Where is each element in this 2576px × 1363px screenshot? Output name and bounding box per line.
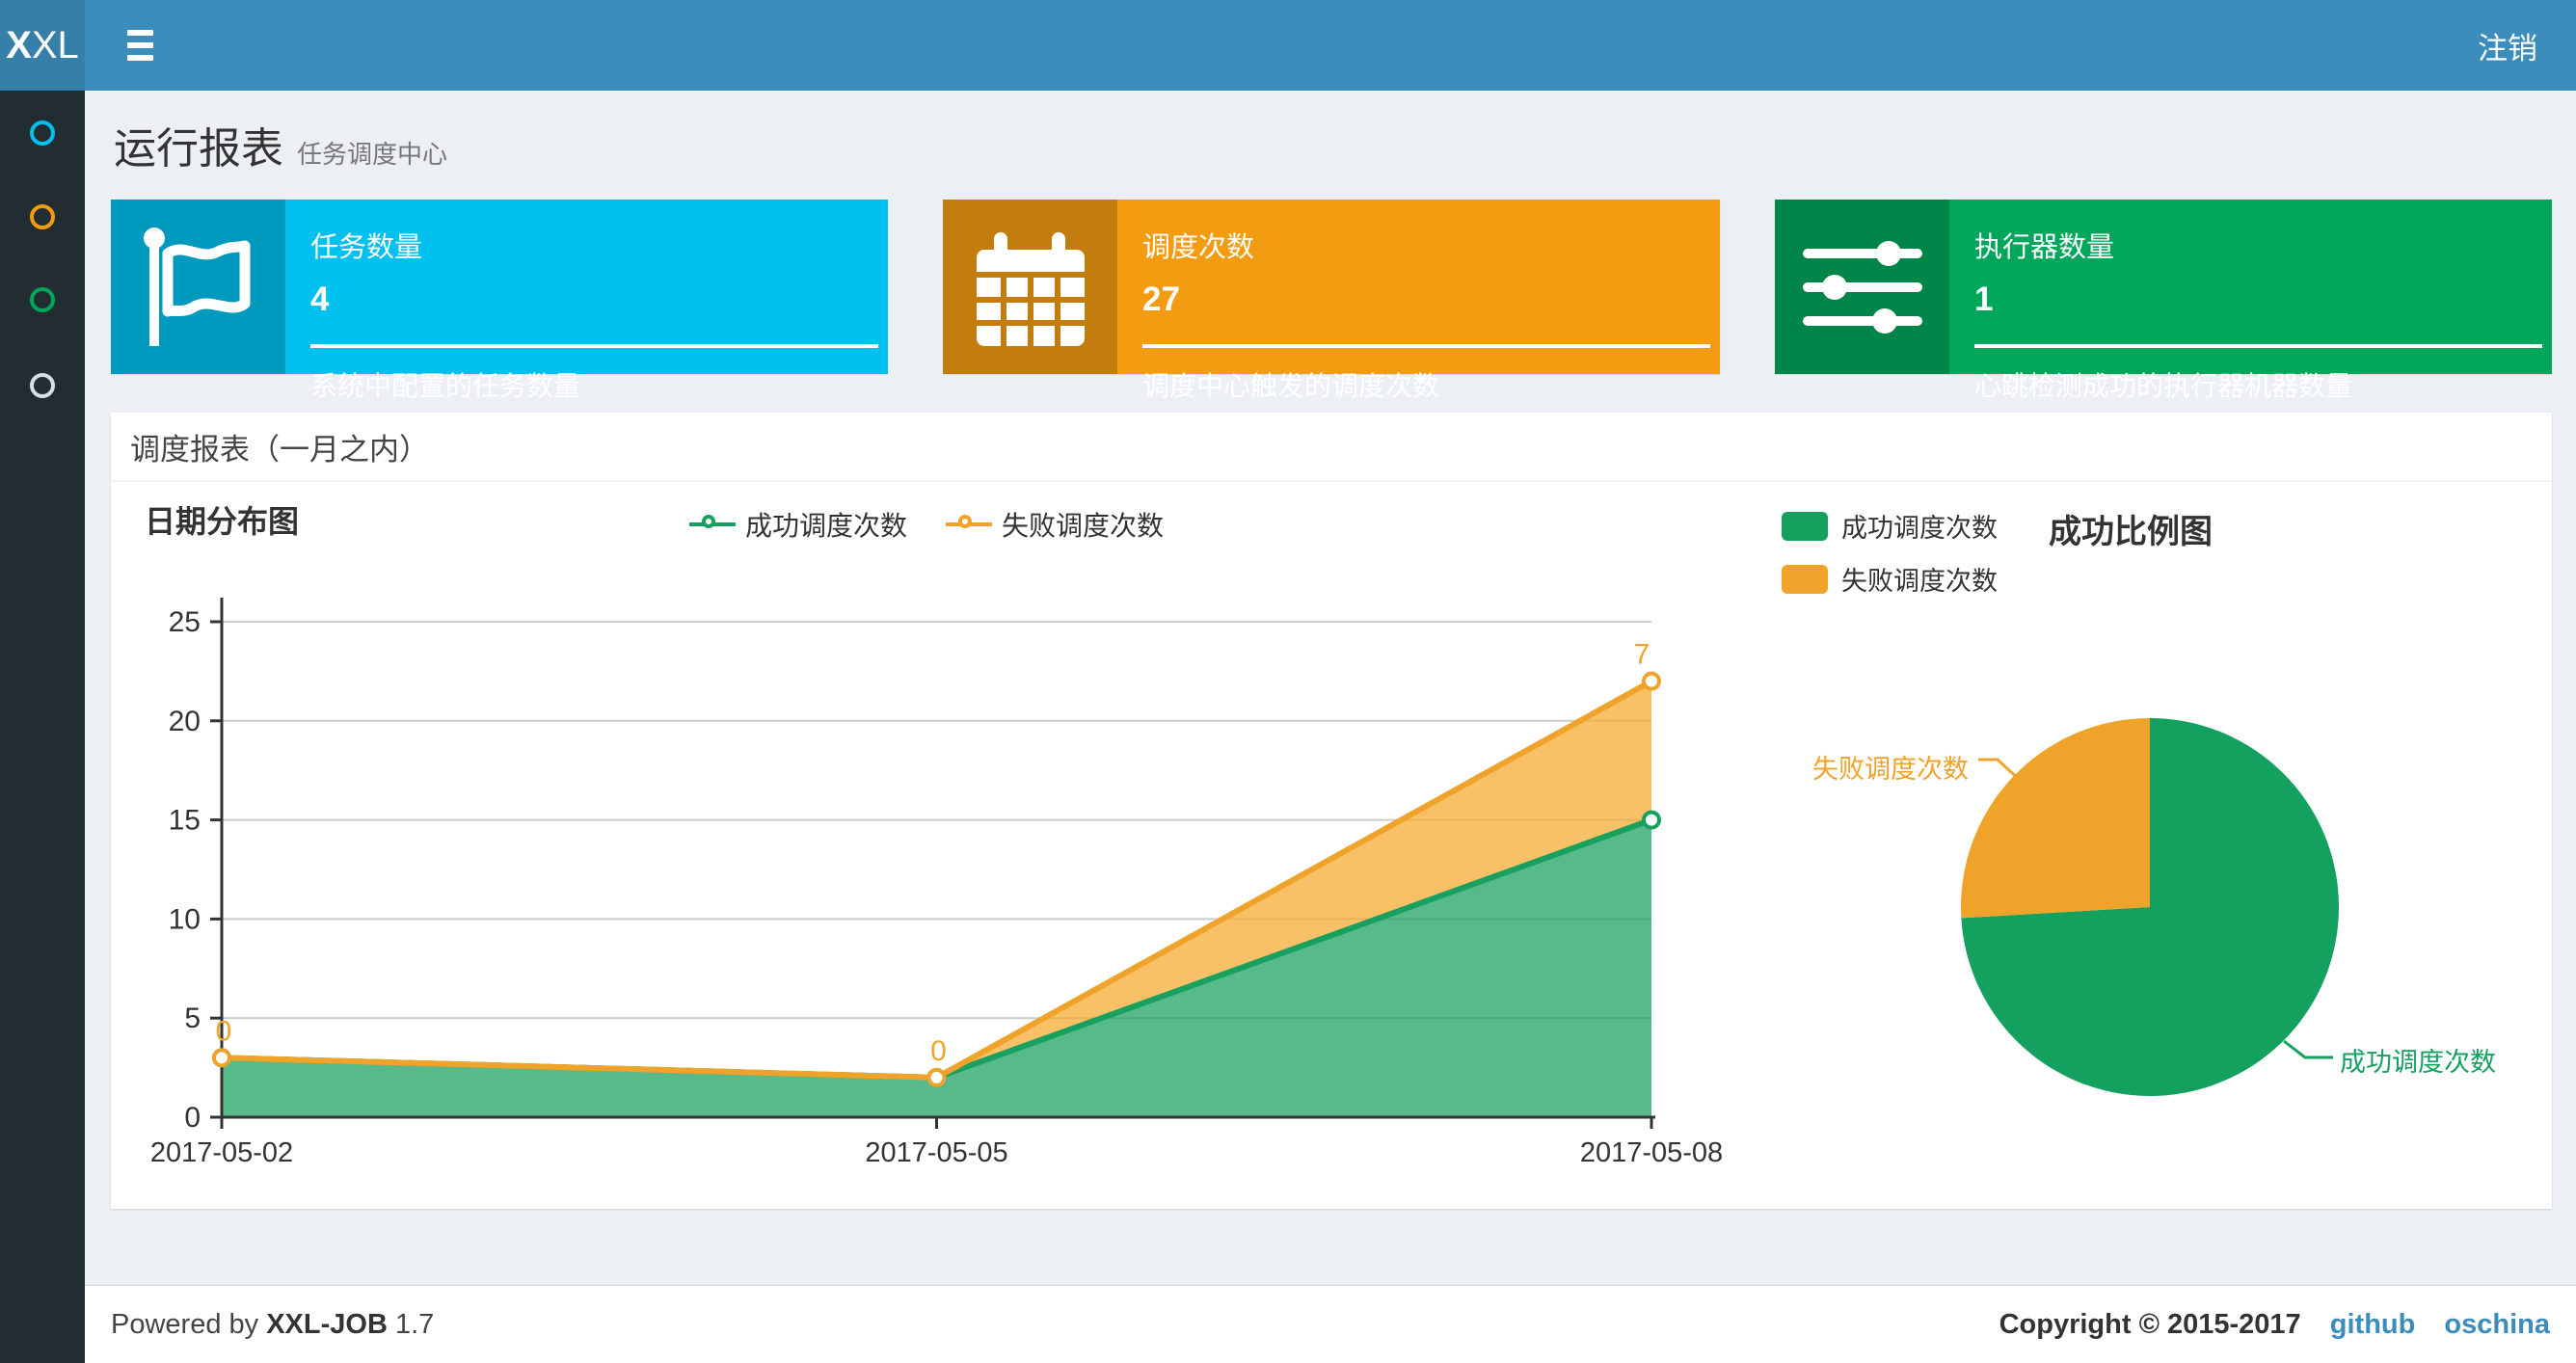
line-chart-legend: 成功调度次数 失败调度次数 <box>689 505 1164 544</box>
divider <box>1142 344 1710 348</box>
info-box-executors: 执行器数量 1 心跳检测成功的执行器机器数量 <box>1775 200 2552 401</box>
line-circle-marker-icon <box>689 515 736 534</box>
sidebar-item-jobs[interactable] <box>0 182 85 252</box>
svg-text:7: 7 <box>1634 639 1650 671</box>
info-box-label: 任务数量 <box>310 232 423 263</box>
info-box-description: 调度中心触发的调度次数 <box>1142 371 1440 401</box>
info-box-value: 1 <box>1974 281 1994 318</box>
panel-title: 调度报表（一月之内） <box>111 413 2552 482</box>
legend-item-success[interactable]: 成功调度次数 <box>689 505 907 544</box>
logo-text-light: XL <box>31 23 79 67</box>
oschina-link[interactable]: oschina <box>2444 1309 2550 1340</box>
sidebar-item-executors[interactable] <box>0 265 85 334</box>
page-footer: Powered by XXL-JOB 1.7 Copyright © 2015-… <box>85 1285 2576 1363</box>
sliders-icon <box>1775 200 1949 374</box>
svg-text:0: 0 <box>216 1015 232 1047</box>
xxl-job-dashboard: X XL 注销 运行报表 任务调度中心 任务数量 4 系统中配置的任务数量 调度… <box>0 0 2576 1363</box>
svg-text:10: 10 <box>169 903 201 935</box>
pie-chart-legend: 成功调度次数 失败调度次数 <box>1782 507 1998 598</box>
logo-text-bold: X <box>6 23 32 67</box>
copyright: Copyright © 2015-2017 github oschina <box>1999 1308 2550 1340</box>
info-box-description: 系统中配置的任务数量 <box>310 371 581 401</box>
circle-icon <box>30 373 55 398</box>
info-box-label: 调度次数 <box>1142 232 1255 263</box>
svg-text:25: 25 <box>169 606 201 638</box>
pie-label-success: 成功调度次数 <box>2340 1048 2496 1077</box>
info-box-value: 4 <box>310 281 330 318</box>
legend-item-fail[interactable]: 失败调度次数 <box>1782 560 1998 598</box>
svg-text:2017-05-05: 2017-05-05 <box>865 1137 1007 1168</box>
info-box-value: 27 <box>1142 281 1180 318</box>
left-sidebar <box>0 91 85 1363</box>
sidebar-item-help[interactable] <box>0 351 85 420</box>
info-box-triggers: 调度次数 27 调度中心触发的调度次数 <box>943 200 1720 401</box>
circle-icon <box>30 204 55 229</box>
svg-text:0: 0 <box>930 1035 947 1067</box>
info-box-description: 心跳检测成功的执行器机器数量 <box>1974 371 2353 401</box>
svg-text:2017-05-08: 2017-05-08 <box>1580 1137 1723 1168</box>
sidebar-toggle-button[interactable] <box>101 0 178 91</box>
logout-link[interactable]: 注销 <box>2439 0 2576 91</box>
divider <box>310 344 878 348</box>
report-panel: 调度报表（一月之内） 日期分布图 成功调度次数 失败调度次数 0 5 10 15 20 2… <box>111 413 2552 1209</box>
svg-text:15: 15 <box>169 805 201 837</box>
circle-icon <box>30 287 55 312</box>
calendar-icon <box>943 200 1117 374</box>
info-box-label: 执行器数量 <box>1974 232 2115 263</box>
top-navbar: X XL 注销 <box>0 0 2576 91</box>
page-subtitle: 任务调度中心 <box>297 140 448 169</box>
app-logo[interactable]: X XL <box>0 0 85 91</box>
page-title: 运行报表 <box>114 125 283 173</box>
legend-item-fail[interactable]: 失败调度次数 <box>946 505 1164 544</box>
swatch-icon <box>1782 564 1828 594</box>
swatch-icon <box>1782 511 1828 541</box>
page-header: 运行报表 任务调度中心 <box>114 114 447 175</box>
line-chart-title: 日期分布图 <box>145 504 300 539</box>
circle-icon <box>30 120 55 146</box>
github-link[interactable]: github <box>2330 1309 2416 1340</box>
svg-text:20: 20 <box>169 706 201 737</box>
divider <box>1974 344 2542 348</box>
legend-item-success[interactable]: 成功调度次数 <box>1782 507 1998 545</box>
info-box-jobs: 任务数量 4 系统中配置的任务数量 <box>111 200 888 401</box>
svg-text:0: 0 <box>184 1102 201 1134</box>
flag-icon <box>111 200 285 374</box>
pie-label-fail: 失败调度次数 <box>1812 755 1969 784</box>
powered-by: Powered by XXL-JOB 1.7 <box>111 1308 435 1340</box>
svg-text:5: 5 <box>184 1002 201 1034</box>
hamburger-icon <box>126 30 153 36</box>
svg-text:2017-05-02: 2017-05-02 <box>150 1137 293 1168</box>
sidebar-item-dashboard[interactable] <box>0 98 85 168</box>
pie-chart-title: 成功比例图 <box>2049 514 2213 550</box>
date-distribution-area-chart: 05101520252017-05-02 2017-05-05 2017-05-08… <box>150 598 1723 1168</box>
line-circle-marker-icon <box>946 515 993 534</box>
